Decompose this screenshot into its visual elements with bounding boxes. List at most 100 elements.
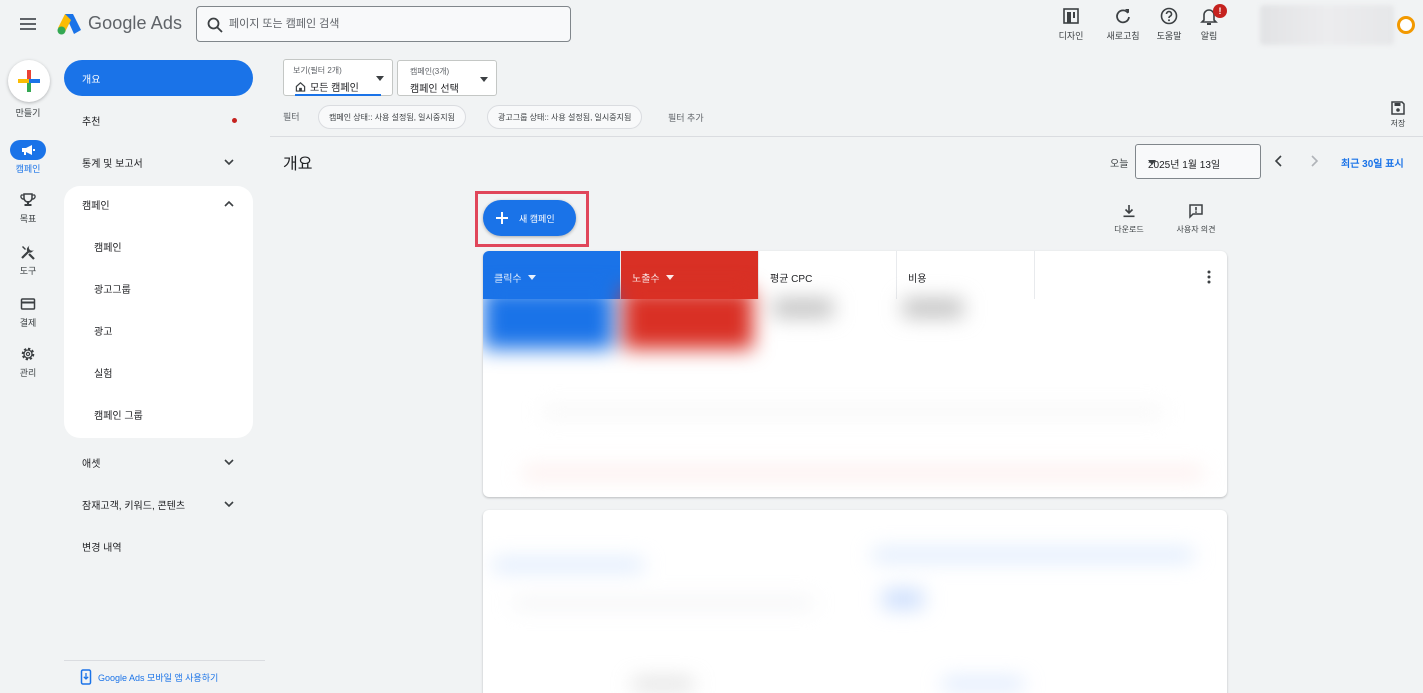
credit-card-icon <box>20 298 36 310</box>
nav-item-change-history[interactable]: 변경 내역 <box>64 528 253 564</box>
nav-footer: Google Ads 모바일 앱 사용하기 <box>64 660 265 685</box>
feedback-label: 사용자 의견 <box>1176 225 1216 234</box>
save-button[interactable]: 저장 <box>1383 100 1413 129</box>
feedback-button[interactable]: 사용자 의견 <box>1166 203 1226 235</box>
mobile-app-link[interactable]: Google Ads 모바일 앱 사용하기 <box>80 669 218 685</box>
nav-item-campaigns-group[interactable]: 캠페인 <box>64 186 253 222</box>
caret-down-icon <box>1148 160 1156 165</box>
date-range-select[interactable]: 2025년 1월 13일 <box>1135 144 1261 179</box>
view-select[interactable]: 보기(필터 2개) 모든 캠페인 <box>283 59 393 96</box>
gear-icon <box>21 347 35 361</box>
download-icon <box>1123 205 1135 218</box>
caret-down-icon <box>527 275 536 280</box>
nav-subitem-campaign-groups[interactable]: 캠페인 그룹 <box>64 396 253 432</box>
rail-label-admin: 관리 <box>19 368 37 378</box>
view-select-value-wrap: 모든 캠페인 <box>295 79 359 94</box>
campaign-select-caption: 캠페인(3개) <box>410 67 450 76</box>
nav-subitem-ads[interactable]: 광고 <box>64 312 253 348</box>
notification-dot <box>232 118 237 123</box>
filter-chip-label: 광고그룹 상태:: 사용 설정됨, 일시중지됨 <box>498 112 632 122</box>
view-select-value: 모든 캠페인 <box>310 83 359 94</box>
hamburger-menu-icon[interactable] <box>18 14 38 34</box>
chevron-down-icon <box>224 459 234 466</box>
mobile-phone-icon <box>80 669 92 685</box>
chevron-right-icon[interactable] <box>1306 153 1322 169</box>
nav-label-overview: 개요 <box>82 74 101 86</box>
chevron-left-icon[interactable] <box>1271 153 1287 169</box>
search-input[interactable] <box>229 7 559 41</box>
nav-group-campaigns: 캠페인 캠페인 광고그룹 광고 실험 캠페인 그룹 <box>64 186 253 438</box>
metric-avg-cpc-label: 평균 CPC <box>770 274 813 285</box>
download-button[interactable]: 다운로드 <box>1099 203 1159 235</box>
more-vert-icon[interactable] <box>1201 269 1217 285</box>
account-switcher[interactable] <box>1260 5 1394 45</box>
nav-label-recommendations: 추천 <box>82 116 101 128</box>
rail-label-tools: 도구 <box>19 266 37 276</box>
side-nav: 개요 추천 통계 및 보고서 캠페인 캠페인 광고그룹 광고 실험 캠페인 그룹… <box>64 50 265 693</box>
rail-item-admin[interactable]: 관리 <box>0 344 56 384</box>
nav-item-stats-reports[interactable]: 통계 및 보고서 <box>64 144 253 180</box>
save-icon <box>1391 101 1405 115</box>
nav-label-assets: 애셋 <box>82 458 101 470</box>
caret-down-icon <box>665 275 674 280</box>
new-campaign-label: 새 캠페인 <box>519 213 555 224</box>
nav-item-recommendations[interactable]: 추천 <box>64 102 253 138</box>
notifications-label: 알림 <box>1200 31 1218 41</box>
nav-item-audiences[interactable]: 잠재고객, 키워드, 콘텐츠 <box>64 486 253 522</box>
rail-item-tools[interactable]: 도구 <box>0 242 56 282</box>
show-last-30-days-link[interactable]: 최근 30일 표시 <box>1341 155 1404 170</box>
appearance-icon <box>1063 8 1079 24</box>
save-label: 저장 <box>1390 119 1406 128</box>
toolbar-divider <box>270 136 1423 137</box>
search-box[interactable] <box>196 6 571 42</box>
performance-chart-card: 클릭수 노출수 평균 CPC 비용 <box>483 251 1227 497</box>
date-range-value: 2025년 1월 13일 <box>1148 160 1221 171</box>
appearance-button[interactable]: 디자인 <box>1046 4 1096 46</box>
chevron-up-icon <box>224 200 234 207</box>
mobile-app-link-label: Google Ads 모바일 앱 사용하기 <box>98 672 219 683</box>
notifications-button[interactable]: ! 알림 <box>1184 4 1234 46</box>
nav-subitem-campaigns[interactable]: 캠페인 <box>64 228 253 264</box>
plus-icon <box>496 212 508 224</box>
view-select-underline <box>295 94 381 96</box>
brand-name[interactable]: Google Ads <box>88 13 182 34</box>
new-campaign-button[interactable]: 새 캠페인 <box>483 200 576 236</box>
notification-badge: ! <box>1213 4 1227 18</box>
rail-item-billing[interactable]: 결제 <box>0 294 56 334</box>
main-content: 보기(필터 2개) 모든 캠페인 캠페인(3개) 캠페인 선택 필터 캠페인 상… <box>270 50 1423 693</box>
nav-subitem-label: 캠페인 그룹 <box>94 410 143 422</box>
insights-card <box>483 510 1227 693</box>
view-select-caption: 보기(필터 2개) <box>293 66 342 75</box>
page-title: 개요 <box>283 156 313 173</box>
appearance-label: 디자인 <box>1058 31 1084 41</box>
filter-chip-adgroup-status[interactable]: 광고그룹 상태:: 사용 설정됨, 일시중지됨 <box>487 105 643 129</box>
caret-down-icon <box>480 77 488 82</box>
create-button[interactable] <box>8 60 50 102</box>
nav-item-assets[interactable]: 애셋 <box>64 444 253 480</box>
nav-subitem-experiments[interactable]: 실험 <box>64 354 253 390</box>
chevron-down-icon <box>224 501 234 508</box>
nav-item-overview[interactable]: 개요 <box>64 60 253 96</box>
filter-label: 필터 <box>283 112 300 122</box>
metric-cost-label: 비용 <box>908 274 927 285</box>
metric-clicks-label: 클릭수 <box>494 274 522 285</box>
search-icon <box>207 17 223 33</box>
metric-name-wrap: 클릭수 <box>494 270 536 285</box>
caret-down-icon <box>376 76 384 81</box>
nav-subitem-label: 실험 <box>94 368 113 380</box>
refresh-icon <box>1116 9 1130 24</box>
add-filter-button[interactable]: 필터 추가 <box>668 111 704 124</box>
google-ads-logo-icon[interactable] <box>56 12 82 36</box>
rail-item-goals[interactable]: 목표 <box>0 190 56 230</box>
nav-subitem-ad-groups[interactable]: 광고그룹 <box>64 270 253 306</box>
nav-subitem-label: 캠페인 <box>94 242 122 254</box>
download-label: 다운로드 <box>1114 225 1144 234</box>
filter-chip-campaign-status[interactable]: 캠페인 상태:: 사용 설정됨, 일시중지됨 <box>318 105 466 129</box>
refresh-button[interactable]: 새로고침 <box>1098 4 1148 46</box>
refresh-label: 새로고침 <box>1106 31 1140 41</box>
campaign-select[interactable]: 캠페인(3개) 캠페인 선택 <box>397 60 497 96</box>
plus-icon <box>18 70 40 92</box>
rail-item-campaigns[interactable]: 캠페인 <box>0 140 56 180</box>
trophy-icon <box>20 193 36 206</box>
avatar[interactable] <box>1397 16 1415 34</box>
